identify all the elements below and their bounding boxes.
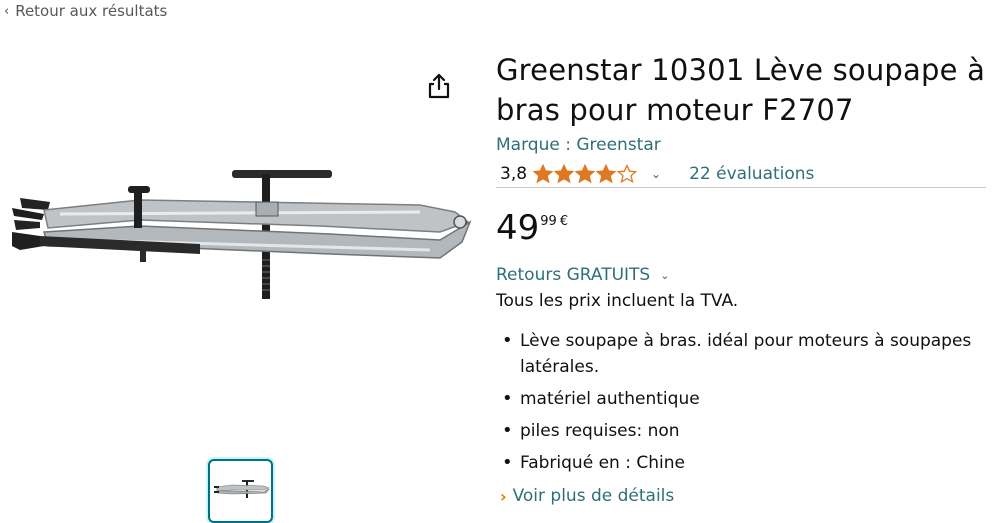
thumbnail-image[interactable] (208, 459, 273, 523)
price-whole: 49 (496, 208, 540, 248)
star-icon (596, 163, 617, 183)
back-to-results-label: Retour aux résultats (15, 2, 168, 20)
feature-bullet: Lève soupape à bras. idéal pour moteurs … (500, 328, 990, 380)
free-returns-link[interactable]: Retours GRATUITS ⌄ (496, 265, 669, 285)
star-icon (533, 163, 554, 183)
feature-bullet: Fabriqué en : Chine (500, 450, 990, 476)
tax-note: Tous les prix incluent la TVA. (496, 291, 739, 311)
price: 49 99 € (496, 208, 568, 248)
feature-bullet: piles requises: non (500, 418, 990, 444)
free-returns-label: Retours GRATUITS (496, 265, 651, 285)
product-title: Greenstar 10301 Lève soupape à bras pour… (496, 53, 986, 127)
reviews-link[interactable]: 22 évaluations (689, 164, 814, 184)
star-icon (617, 163, 638, 183)
see-more-details-link[interactable]: › Voir plus de détails (500, 486, 674, 506)
star-icon (575, 163, 596, 183)
chevron-down-icon[interactable]: ⌄ (651, 167, 661, 181)
brand-link[interactable]: Marque : Greenstar (496, 135, 661, 155)
feature-bullet: matériel authentique (500, 386, 990, 412)
chevron-down-icon: ⌄ (660, 268, 670, 282)
back-to-results-link[interactable]: ‹ Retour aux résultats (4, 2, 167, 20)
star-rating[interactable] (533, 163, 638, 184)
feature-bullets: Lève soupape à bras. idéal pour moteurs … (500, 328, 990, 482)
price-currency: € (559, 214, 569, 229)
product-image[interactable] (0, 150, 480, 300)
see-more-details-label: Voir plus de détails (512, 486, 675, 506)
share-icon[interactable] (426, 72, 452, 100)
chevron-right-icon: › (500, 486, 507, 506)
star-icon (554, 163, 575, 183)
rating-row: 3,8 ⌄ 22 évaluations (496, 160, 986, 188)
rating-value: 3,8 (500, 163, 528, 184)
chevron-left-icon: ‹ (4, 3, 10, 19)
price-fraction: 99 (540, 214, 557, 229)
